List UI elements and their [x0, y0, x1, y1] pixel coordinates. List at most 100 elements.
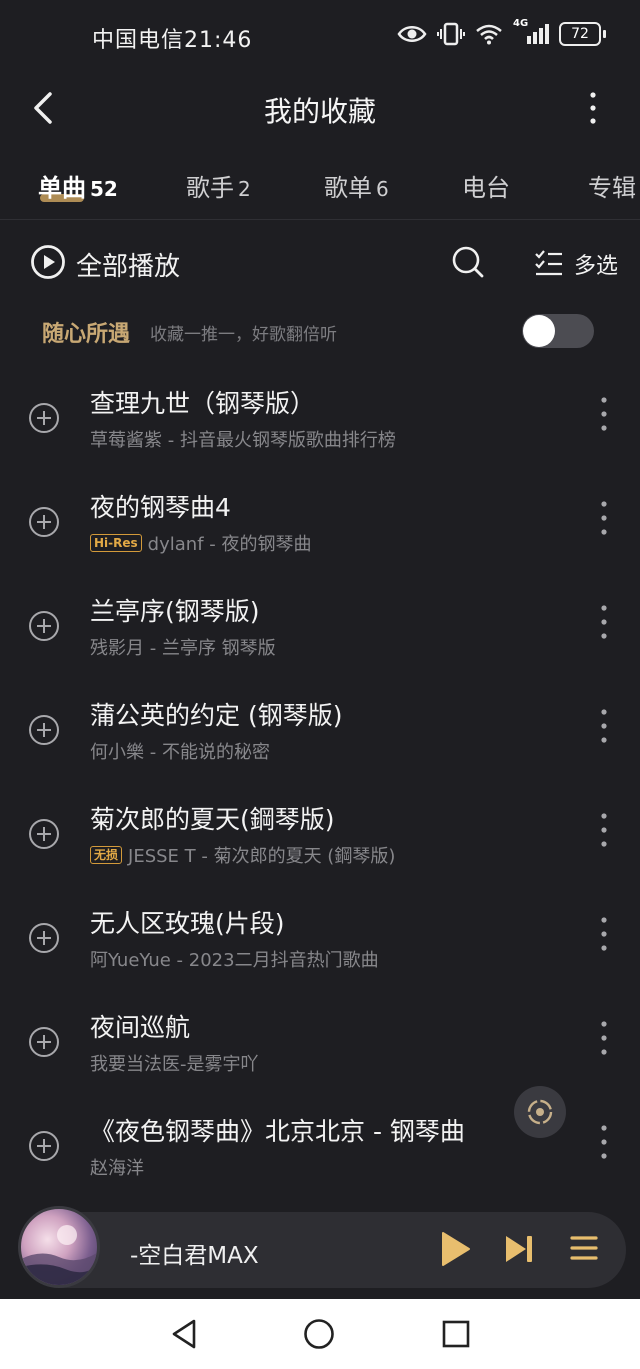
now-playing-title: -空白君MAX [130, 1243, 259, 1269]
battery-level: 72 [559, 22, 601, 46]
add-to-playlist-icon[interactable] [28, 922, 60, 954]
song-title: 夜间巡航 [90, 1013, 191, 1042]
mini-player[interactable]: -空白君MAX [14, 1206, 626, 1290]
album-cover[interactable] [18, 1206, 100, 1288]
add-to-playlist-icon[interactable] [28, 506, 60, 538]
song-title: 无人区玫瑰(片段) [90, 909, 285, 938]
tab-label: 歌单 [324, 174, 372, 202]
action-bar: 全部播放 多选 [0, 238, 640, 288]
song-row[interactable]: 夜的钢琴曲4 Hi-Res dylanf - 夜的钢琴曲 [0, 472, 640, 576]
status-bar: 中国电信21:46 4G 72 [0, 0, 640, 76]
nav-home-icon[interactable] [302, 1317, 336, 1351]
quality-badge: Hi-Res [90, 534, 142, 552]
wifi-icon [476, 24, 502, 45]
song-row[interactable]: 查理九世（钢琴版） 草莓酱紫 - 抖音最火钢琴版歌曲排行榜 [0, 368, 640, 472]
network-type: 4G [513, 18, 529, 29]
song-more-icon[interactable] [598, 914, 610, 954]
song-title: 兰亭序(钢琴版) [90, 597, 260, 626]
system-nav-bar [0, 1299, 640, 1369]
song-subtitle: 我要当法医-是雾宇吖 [90, 1050, 259, 1076]
add-to-playlist-icon[interactable] [28, 1130, 60, 1162]
tab-label: 歌手 [186, 174, 234, 202]
song-artist-album: JESSE T - 菊次郎的夏天 (鋼琴版) [128, 846, 396, 867]
battery-indicator: 72 [559, 22, 606, 46]
discovery-toggle[interactable] [522, 314, 594, 348]
mini-player-bar [28, 1212, 626, 1288]
song-more-icon[interactable] [598, 498, 610, 538]
song-more-icon[interactable] [598, 706, 610, 746]
song-subtitle: 阿YueYue - 2023二月抖音热门歌曲 [90, 946, 379, 972]
song-more-icon[interactable] [598, 810, 610, 850]
tab-songs[interactable]: 单曲 52 [38, 168, 118, 203]
song-artist-album: 我要当法医-是雾宇吖 [90, 1054, 259, 1075]
discovery-description: 收藏一推一，好歌翻倍听 [150, 325, 337, 345]
song-subtitle: 残影月 - 兰亭序 钢琴版 [90, 634, 276, 660]
playlist-icon[interactable] [568, 1232, 600, 1264]
tab-radio[interactable]: 电台 [462, 168, 510, 203]
quality-badge: 无损 [90, 846, 123, 864]
song-more-icon[interactable] [598, 394, 610, 434]
add-to-playlist-icon[interactable] [28, 1026, 60, 1058]
song-subtitle: 无损 JESSE T - 菊次郎的夏天 (鋼琴版) [90, 842, 395, 868]
song-artist-album: 残影月 - 兰亭序 钢琴版 [90, 638, 276, 659]
vibrate-icon [437, 22, 465, 46]
song-row[interactable]: 兰亭序(钢琴版) 残影月 - 兰亭序 钢琴版 [0, 576, 640, 680]
discovery-title: 随心所遇 [42, 322, 131, 347]
tab-bar: 单曲 52 歌手 2 歌单 6 电台 专辑 [0, 152, 640, 218]
locate-icon [527, 1099, 553, 1125]
song-artist-album: 阿YueYue - 2023二月抖音热门歌曲 [90, 950, 379, 971]
song-artist-album: dylanf - 夜的钢琴曲 [147, 534, 312, 555]
nav-recent-apps-icon[interactable] [440, 1318, 472, 1350]
tab-albums[interactable]: 专辑 [588, 168, 636, 203]
signal-icon: 4G [513, 18, 549, 44]
song-row[interactable]: 夜间巡航我要当法医-是雾宇吖 [0, 992, 640, 1096]
eye-icon [397, 26, 427, 42]
carrier-time: 中国电信21:46 [92, 28, 253, 53]
tab-count: 2 [238, 177, 251, 201]
song-subtitle: 草莓酱紫 - 抖音最火钢琴版歌曲排行榜 [90, 426, 396, 452]
discovery-row: 随心所遇 收藏一推一，好歌翻倍听 [0, 304, 640, 356]
nav-back-icon[interactable] [168, 1317, 200, 1351]
song-title: 《夜色钢琴曲》北京北京 - 钢琴曲 [90, 1117, 465, 1146]
status-icons: 4G 72 [397, 18, 606, 46]
add-to-playlist-icon[interactable] [28, 818, 60, 850]
divider [0, 219, 640, 220]
song-title: 查理九世（钢琴版） [90, 389, 316, 418]
play-all-button[interactable]: 全部播放 [76, 246, 180, 283]
song-row[interactable]: 菊次郎的夏天(鋼琴版) 无损 JESSE T - 菊次郎的夏天 (鋼琴版) [0, 784, 640, 888]
song-more-icon[interactable] [598, 1018, 610, 1058]
top-bar: 我的收藏 [0, 76, 640, 140]
add-to-playlist-icon[interactable] [28, 714, 60, 746]
song-title: 蒲公英的约定 (钢琴版) [90, 701, 343, 730]
song-more-icon[interactable] [598, 1122, 610, 1162]
next-track-icon[interactable] [502, 1232, 536, 1266]
tab-label: 专辑 [588, 174, 636, 202]
toggle-knob [523, 315, 555, 347]
song-title: 菊次郎的夏天(鋼琴版) [90, 805, 335, 834]
locate-current-button[interactable] [514, 1086, 566, 1138]
page-title: 我的收藏 [263, 95, 376, 128]
add-to-playlist-icon[interactable] [28, 402, 60, 434]
song-artist-album: 赵海洋 [90, 1158, 144, 1179]
tab-label: 单曲 [38, 174, 86, 202]
tab-playlists[interactable]: 歌单 6 [324, 168, 389, 203]
tab-label: 电台 [462, 174, 510, 202]
song-subtitle: Hi-Res dylanf - 夜的钢琴曲 [90, 530, 311, 556]
add-to-playlist-icon[interactable] [28, 610, 60, 642]
tab-count: 6 [376, 177, 389, 201]
more-vertical-icon[interactable] [586, 90, 600, 126]
song-more-icon[interactable] [598, 602, 610, 642]
song-artist-album: 何小樂 - 不能说的秘密 [90, 742, 270, 763]
search-icon[interactable] [450, 244, 486, 280]
play-icon[interactable] [438, 1230, 472, 1268]
multi-select-button[interactable]: 多选 [574, 248, 618, 280]
tab-count: 52 [90, 177, 118, 201]
song-artist-album: 草莓酱紫 - 抖音最火钢琴版歌曲排行榜 [90, 430, 396, 451]
multi-select-icon[interactable] [532, 246, 564, 278]
song-subtitle: 赵海洋 [90, 1154, 144, 1180]
song-row[interactable]: 蒲公英的约定 (钢琴版) 何小樂 - 不能说的秘密 [0, 680, 640, 784]
song-row[interactable]: 无人区玫瑰(片段) 阿YueYue - 2023二月抖音热门歌曲 [0, 888, 640, 992]
play-all-icon[interactable] [30, 244, 66, 280]
song-title: 夜的钢琴曲4 [90, 493, 231, 522]
tab-artists[interactable]: 歌手 2 [186, 168, 251, 203]
